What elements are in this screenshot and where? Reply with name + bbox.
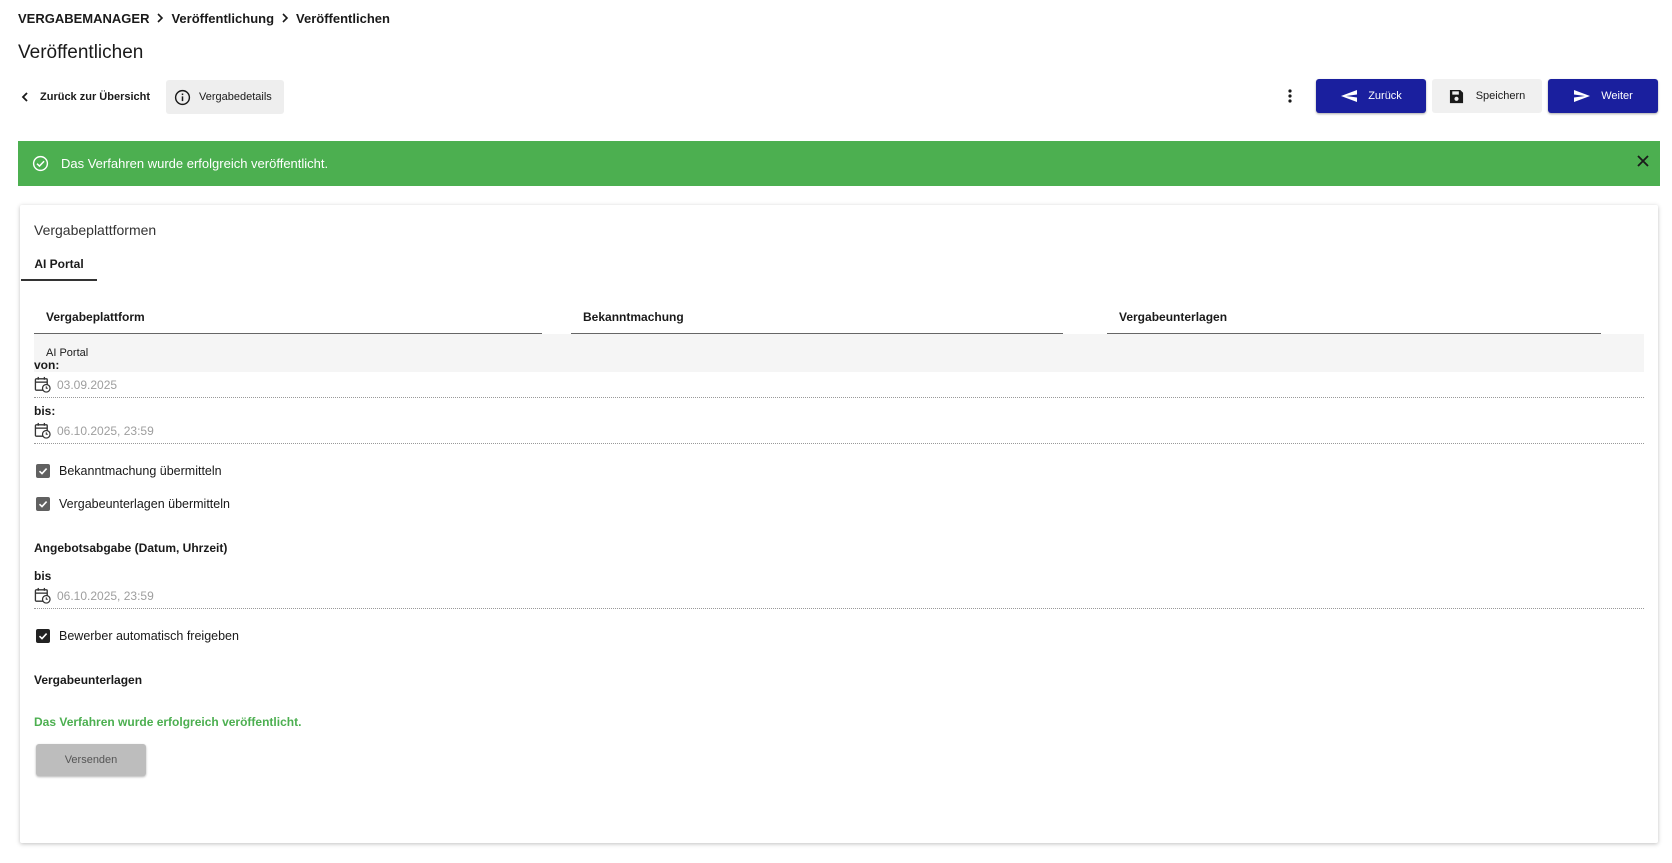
table-row: AI Portal (34, 334, 1644, 372)
breadcrumb: VERGABEMANAGER Veröffentlichung Veröffen… (18, 9, 390, 27)
toolbar-right: Zurück Speichern Weiter (1276, 79, 1658, 113)
card-title: Vergabeplattformen (34, 222, 157, 238)
breadcrumb-veroeffentlichung[interactable]: Veröffentlichung (171, 11, 274, 26)
page-title: Veröffentlichen (18, 42, 144, 63)
checkbox-notice-label: Bekanntmachung übermitteln (59, 464, 222, 478)
bis-date-field[interactable]: 06.10.2025, 23:59 (34, 418, 1644, 444)
success-alert: Das Verfahren wurde erfolgreich veröffen… (18, 141, 1660, 186)
calendar-clock-icon (34, 376, 51, 393)
checkbox-documents-label: Vergabeunterlagen übermitteln (59, 497, 230, 511)
breadcrumb-veroeffentlichen: Veröffentlichen (296, 10, 390, 26)
send-button[interactable]: Versenden (36, 744, 146, 776)
checkbox-checked-icon (36, 464, 50, 478)
bis-date-value: 06.10.2025, 23:59 (57, 423, 154, 438)
back-label: Zurück (1368, 90, 1402, 102)
details-label: Vergabedetails (199, 91, 272, 103)
back-button[interactable]: Zurück (1316, 79, 1426, 113)
check-circle-icon (32, 155, 49, 172)
von-date-field[interactable]: 03.09.2025 (34, 372, 1644, 398)
offer-bis-date-field[interactable]: 06.10.2025, 23:59 (34, 583, 1644, 609)
checkbox-notice[interactable]: Bekanntmachung übermitteln (36, 464, 222, 478)
chevron-left-icon (20, 92, 30, 102)
send-icon (1573, 89, 1591, 103)
chevron-right-icon (280, 13, 290, 23)
platforms-card: Vergabeplattformen AI Portal Vergabeplat… (20, 205, 1658, 843)
close-icon[interactable] (1636, 154, 1650, 171)
checkbox-auto-release-label: Bewerber automatisch freigeben (59, 629, 239, 643)
calendar-clock-icon (34, 422, 51, 439)
documents-heading: Vergabeunterlagen (34, 673, 143, 687)
floppy-disk-icon (1449, 89, 1464, 104)
alert-message: Das Verfahren wurde erfolgreich veröffen… (61, 156, 329, 171)
bis-label: bis: (34, 404, 56, 418)
send-back-icon (1340, 89, 1358, 103)
details-button[interactable]: Vergabedetails (166, 80, 284, 114)
more-options-button[interactable] (1276, 79, 1304, 113)
table-header-row: Vergabeplattform Bekanntmachung Vergabeu… (34, 300, 1644, 334)
von-label: von: (34, 358, 60, 372)
info-icon (174, 89, 191, 106)
save-button[interactable]: Speichern (1432, 79, 1542, 113)
calendar-clock-icon (34, 587, 51, 604)
next-label: Weiter (1601, 90, 1633, 102)
more-vert-icon (1288, 89, 1292, 103)
von-date-value: 03.09.2025 (57, 377, 118, 392)
chevron-right-icon (155, 13, 165, 23)
checkbox-checked-icon (36, 629, 50, 643)
column-header-notice[interactable]: Bekanntmachung (571, 300, 1063, 334)
breadcrumb-vergabemanager[interactable]: VERGABEMANAGER (18, 11, 149, 26)
back-to-overview-button[interactable]: Zurück zur Übersicht (18, 80, 156, 114)
save-label: Speichern (1475, 90, 1526, 102)
checkbox-documents[interactable]: Vergabeunterlagen übermitteln (36, 497, 230, 511)
tab-ai-portal[interactable]: AI Portal (21, 249, 97, 281)
offer-heading: Angebotsabgabe (Datum, Uhrzeit) (34, 541, 228, 555)
checkbox-auto-release[interactable]: Bewerber automatisch freigeben (36, 629, 239, 643)
offer-bis-date-value: 06.10.2025, 23:59 (57, 588, 154, 603)
back-to-overview-label: Zurück zur Übersicht (40, 91, 151, 103)
next-button[interactable]: Weiter (1548, 79, 1658, 113)
toolbar-left: Zurück zur Übersicht Vergabedetails (18, 80, 284, 114)
offer-bis-label: bis (34, 569, 52, 583)
column-header-documents[interactable]: Vergabeunterlagen (1107, 300, 1601, 334)
platform-table: Vergabeplattform Bekanntmachung Vergabeu… (34, 300, 1644, 372)
checkbox-checked-icon (36, 497, 50, 511)
column-header-platform[interactable]: Vergabeplattform (34, 300, 542, 334)
success-message: Das Verfahren wurde erfolgreich veröffen… (34, 715, 302, 729)
